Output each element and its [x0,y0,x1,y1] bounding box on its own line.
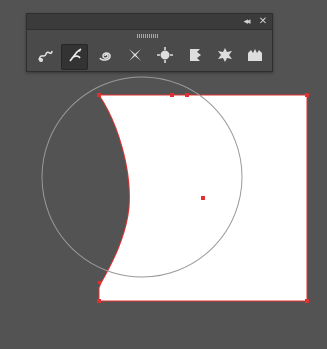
width-icon [36,46,54,68]
anchor-point [305,299,309,303]
crystallize-tool[interactable] [211,44,238,70]
scallop-icon [186,46,204,68]
liquify-tools-panel: ◂◂ ✕ [26,13,273,72]
crystallize-icon [216,46,234,68]
scallop-tool[interactable] [181,44,208,70]
bloat-tool[interactable] [151,44,178,70]
anchor-point [98,281,101,284]
panel-titlebar[interactable]: ◂◂ ✕ [27,14,272,30]
tool-row [31,44,268,70]
anchor-point [170,93,174,97]
double-chevron-left-icon[interactable]: ◂◂ [239,14,253,30]
center-point [201,196,205,200]
warp-icon [66,46,84,68]
close-icon[interactable]: ✕ [256,14,270,30]
anchor-point [97,93,101,97]
wrinkle-tool[interactable] [241,44,268,70]
anchor-point [305,93,309,97]
twirl-tool[interactable] [91,44,118,70]
pucker-icon [126,46,144,68]
warp-tool[interactable] [61,44,88,70]
panel-gripper[interactable] [137,34,159,38]
wrinkle-icon [246,46,264,68]
bloat-icon [156,46,174,68]
anchor-point [97,299,101,303]
anchor-point [185,93,189,97]
width-tool[interactable] [31,44,58,70]
twirl-icon [96,46,114,68]
pucker-tool[interactable] [121,44,148,70]
